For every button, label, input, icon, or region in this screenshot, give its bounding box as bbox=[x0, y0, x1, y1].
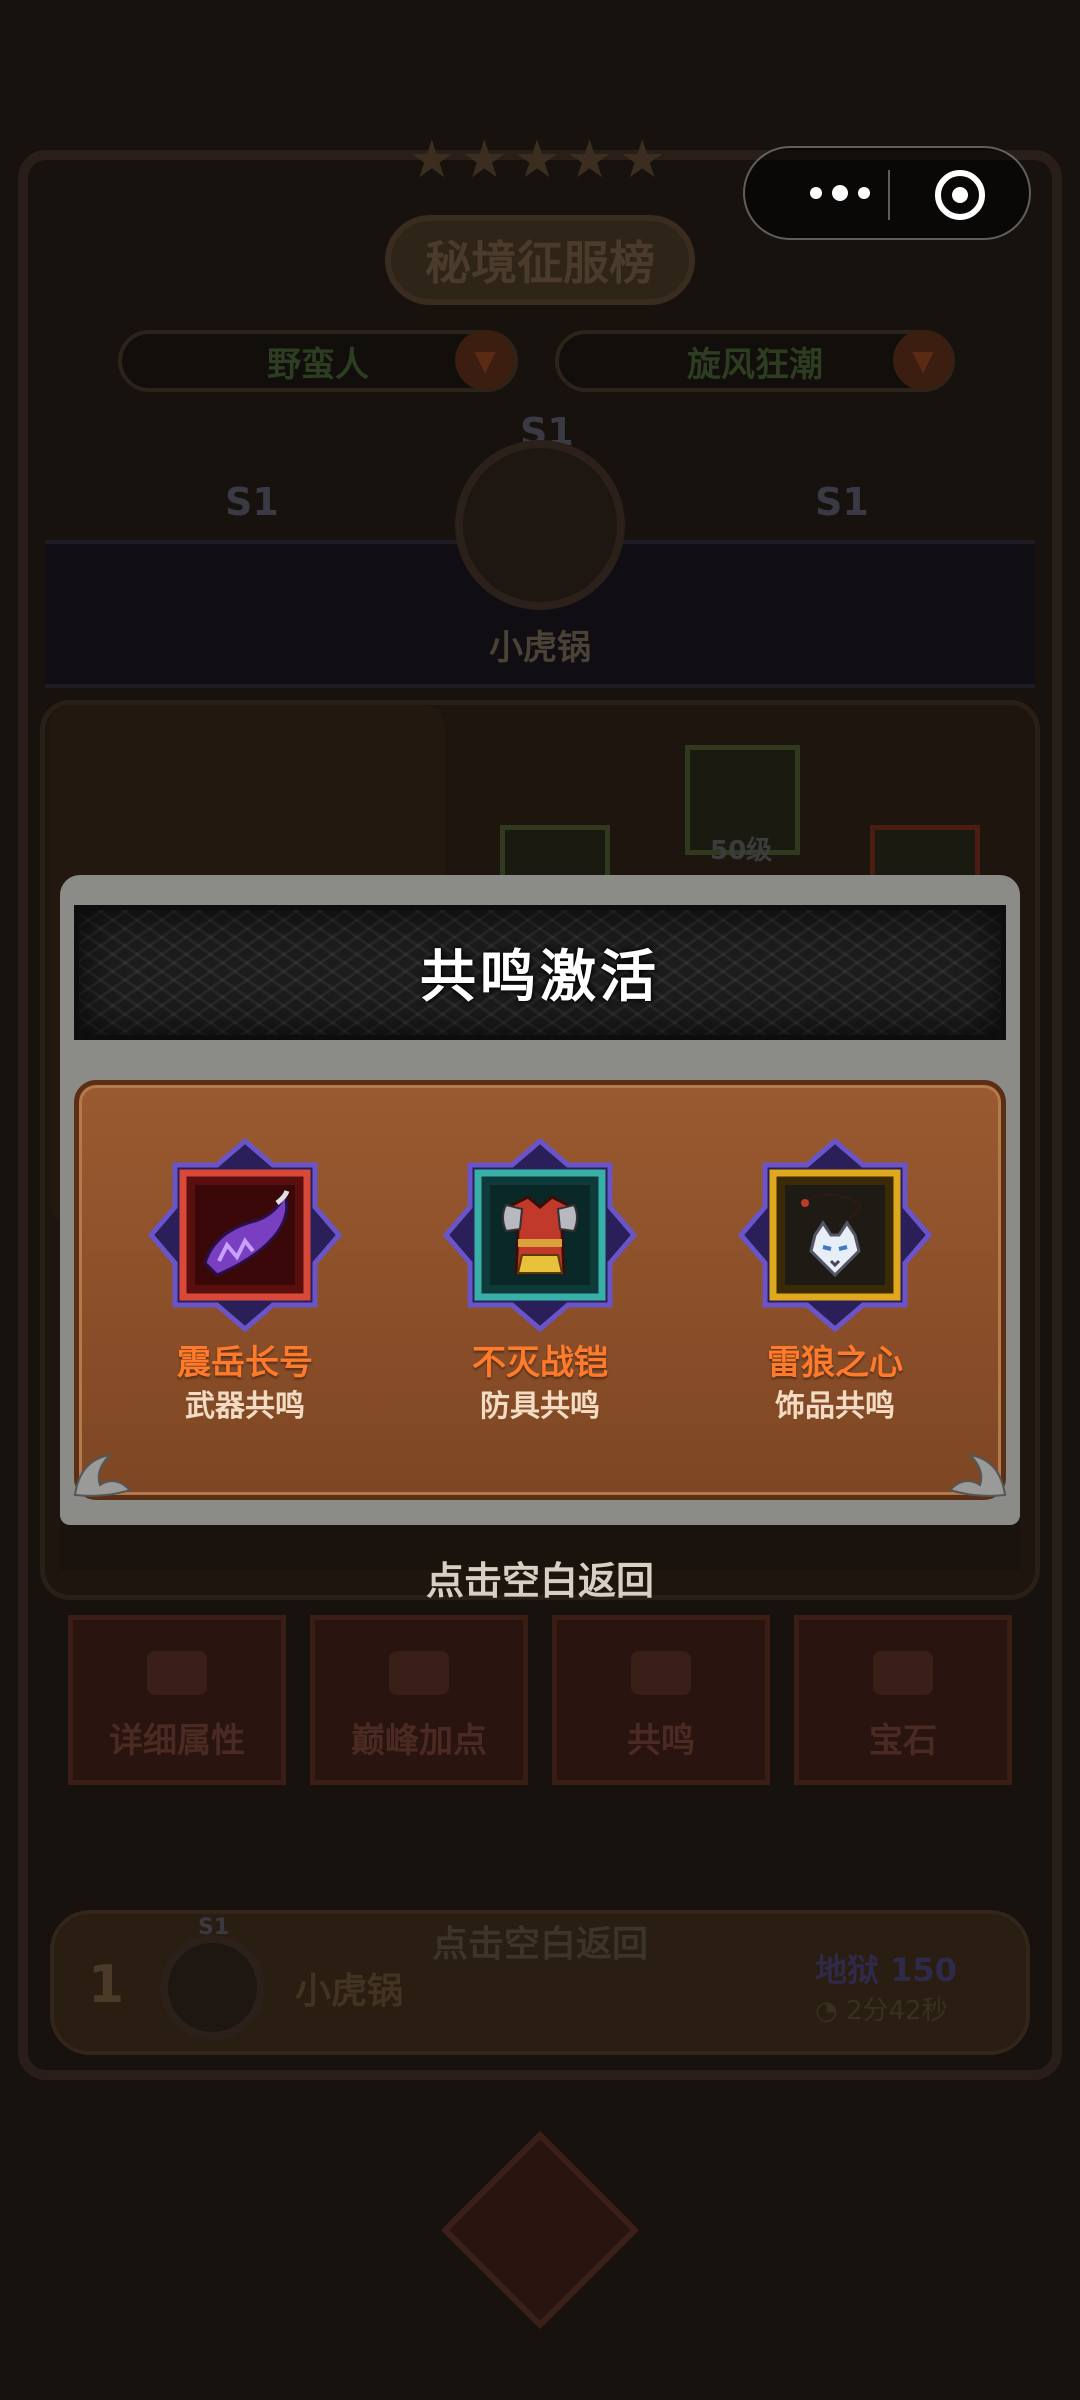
gem-icon bbox=[873, 1651, 933, 1695]
item-resonance-type: 饰品共鸣 bbox=[775, 1389, 895, 1424]
leaderboard-title: 秘境征服榜 bbox=[385, 215, 695, 305]
resonance-item-weapon[interactable]: 震岳长号 武器共鸣 bbox=[125, 1135, 365, 1465]
rank-time-value: 2分42秒 bbox=[845, 1996, 948, 2026]
item-frame bbox=[735, 1135, 935, 1335]
crossed-swords-emblem bbox=[441, 2131, 639, 2329]
item-name: 震岳长号 bbox=[177, 1343, 313, 1383]
chevron-down-icon[interactable]: ▼ bbox=[455, 330, 515, 390]
rank-number: 1 bbox=[88, 1955, 125, 2015]
item-frame bbox=[145, 1135, 345, 1335]
gem-button[interactable]: 宝石 bbox=[794, 1615, 1012, 1785]
resonance-item-accessory[interactable]: 雷狼之心 饰品共鸣 bbox=[715, 1135, 955, 1465]
item-frame bbox=[440, 1135, 640, 1335]
class-filter-label: 野蛮人 bbox=[267, 344, 369, 385]
mini-program-capsule bbox=[743, 146, 1031, 240]
tap-blank-to-return[interactable]: 点击空白返回 bbox=[380, 1550, 700, 1605]
dot bbox=[858, 187, 870, 199]
rank-avatar bbox=[160, 1935, 265, 2040]
resonance-icon bbox=[631, 1651, 691, 1695]
resonance-activation-modal: 共鸣激活 震岳长号 武器共鸣 不灭战铠 防具共鸣 雷狼之心 饰品共鸣 bbox=[60, 875, 1020, 1525]
target-close-icon[interactable] bbox=[935, 170, 985, 220]
detail-attributes-button[interactable]: 详细属性 bbox=[68, 1615, 286, 1785]
capsule-divider bbox=[888, 170, 890, 220]
season-badge-left: S1 bbox=[225, 480, 279, 524]
rank-season-badge: S1 bbox=[198, 1915, 230, 1940]
item-resonance-type: 武器共鸣 bbox=[185, 1389, 305, 1424]
more-dots-icon[interactable] bbox=[785, 168, 895, 218]
modal-title: 共鸣激活 bbox=[420, 945, 660, 1010]
equip-level-label: 50级 bbox=[710, 836, 773, 866]
season-badge-right: S1 bbox=[815, 480, 869, 524]
item-name: 雷狼之心 bbox=[767, 1343, 903, 1383]
detail-attributes-label: 详细属性 bbox=[109, 1721, 245, 1761]
dot bbox=[832, 185, 848, 201]
item-resonance-type: 防具共鸣 bbox=[480, 1389, 600, 1424]
rank-time: ◔ 2分42秒 bbox=[815, 1996, 948, 2026]
gem-label: 宝石 bbox=[869, 1721, 937, 1761]
resonance-label: 共鸣 bbox=[627, 1721, 695, 1761]
house-icon bbox=[389, 1651, 449, 1695]
rank-player-name: 小虎锅 bbox=[295, 1971, 404, 2012]
chevron-down-icon[interactable]: ▼ bbox=[893, 330, 953, 390]
item-name: 不灭战铠 bbox=[472, 1343, 608, 1383]
rank-stars: ★★★★★ bbox=[408, 130, 672, 190]
resonance-button[interactable]: 共鸣 bbox=[552, 1615, 770, 1785]
list-icon bbox=[147, 1651, 207, 1695]
avatar[interactable] bbox=[455, 440, 625, 610]
peak-points-button[interactable]: 巅峰加点 bbox=[310, 1615, 528, 1785]
rank-difficulty: 地狱 150 bbox=[815, 1951, 957, 1989]
dot bbox=[810, 187, 822, 199]
player-name: 小虎锅 bbox=[489, 628, 591, 668]
peak-points-label: 巅峰加点 bbox=[351, 1721, 487, 1761]
resonance-item-armor[interactable]: 不灭战铠 防具共鸣 bbox=[420, 1135, 660, 1465]
ghost-return-text: 点击空白返回 bbox=[431, 1924, 648, 1965]
mode-filter-label: 旋风狂潮 bbox=[687, 344, 823, 385]
